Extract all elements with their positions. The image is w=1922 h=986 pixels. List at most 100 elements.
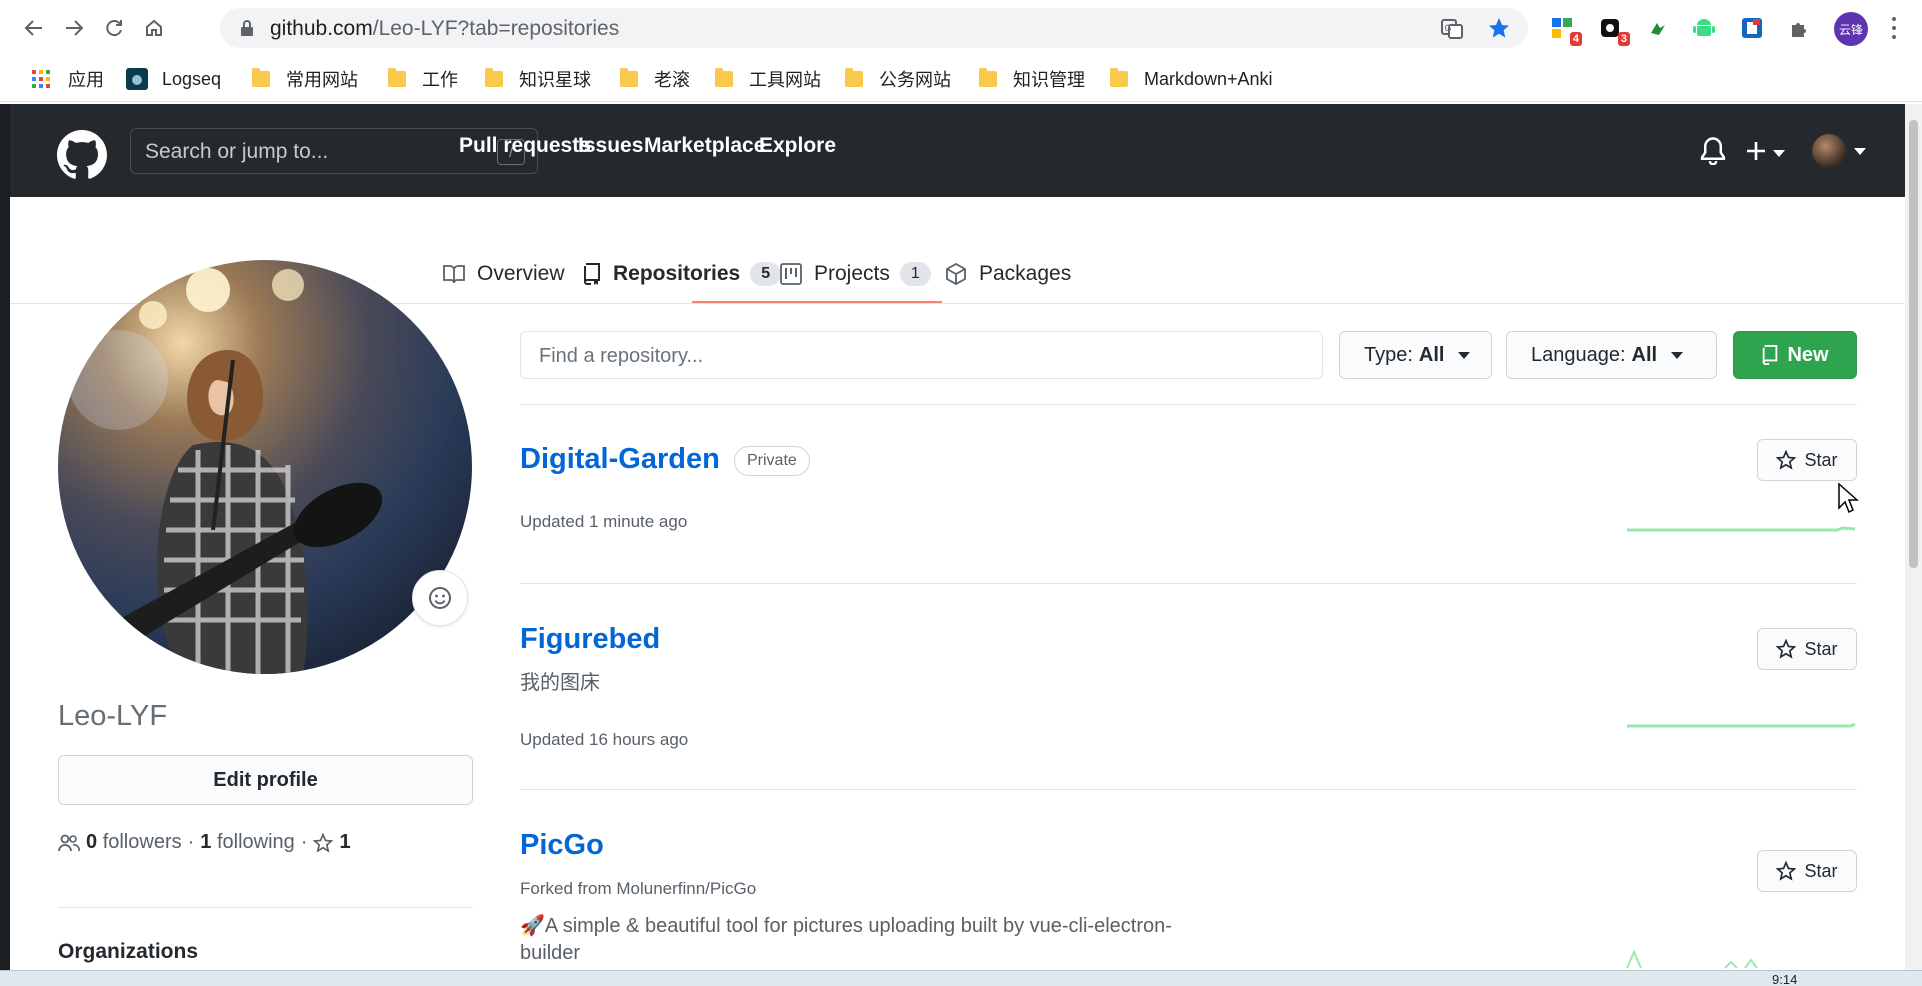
- divider: [520, 789, 1857, 790]
- notifications-bell-icon[interactable]: [1700, 137, 1726, 165]
- edit-profile-button[interactable]: Edit profile: [58, 755, 473, 805]
- forward-arrow-icon[interactable]: [58, 12, 90, 44]
- tab-count-badge: 1: [899, 262, 931, 286]
- set-status-button[interactable]: [412, 570, 468, 626]
- extension-icon-2[interactable]: 3: [1596, 14, 1630, 46]
- github-logo-icon[interactable]: [57, 130, 107, 180]
- profile-username: Leo-LYF: [58, 700, 168, 732]
- bookmark-logseq[interactable]: Logseq: [126, 66, 221, 92]
- project-icon: [780, 263, 802, 285]
- home-icon[interactable]: [138, 12, 170, 44]
- plus-icon: [1747, 142, 1765, 160]
- browser-window: github.com/Leo-LYF?tab=repositories G 4 …: [0, 0, 1922, 986]
- repo-name-link[interactable]: PicGo: [520, 829, 604, 862]
- followers-link[interactable]: 0 followers: [86, 831, 182, 854]
- repo-description: 我的图床: [520, 672, 600, 694]
- filter-label: Language:: [1531, 343, 1626, 366]
- address-bar[interactable]: github.com/Leo-LYF?tab=repositories G: [220, 8, 1528, 48]
- tab-packages[interactable]: Packages: [945, 244, 1071, 304]
- repo-name-link[interactable]: Digital-Garden: [520, 443, 720, 476]
- chevron-down-icon: [1458, 351, 1471, 359]
- divider: [520, 583, 1857, 584]
- star-icon: [313, 832, 334, 853]
- star-button[interactable]: Star: [1757, 439, 1857, 481]
- filter-value: All: [1418, 343, 1445, 366]
- bookmark-label: 常用网站: [286, 70, 358, 90]
- github-page: / Pull requests Issues Marketplace Explo…: [10, 104, 1905, 970]
- bookmark-folder[interactable]: 老滚: [620, 66, 690, 92]
- nav-pull-requests[interactable]: Pull requests: [459, 134, 591, 158]
- bookmark-star-icon[interactable]: [1487, 16, 1511, 40]
- bookmark-folder[interactable]: 工具网站: [715, 66, 821, 92]
- tab-repositories[interactable]: Repositories 5: [583, 244, 782, 304]
- create-new-dropdown[interactable]: [1745, 136, 1793, 166]
- extension-icon-1[interactable]: 4: [1548, 14, 1582, 46]
- bookmark-label: 应用: [68, 70, 104, 90]
- bookmark-label: 知识星球: [519, 70, 591, 90]
- repo-name-link[interactable]: Figurebed: [520, 623, 660, 656]
- type-filter-dropdown[interactable]: Type: All: [1339, 331, 1492, 379]
- extension-icon-3[interactable]: [1644, 14, 1672, 42]
- nav-explore[interactable]: Explore: [759, 134, 836, 158]
- page-scrollbar[interactable]: [1905, 104, 1922, 970]
- new-repository-button[interactable]: New: [1733, 331, 1857, 379]
- profile-avatar: [58, 260, 472, 674]
- repo-updated: Updated 16 hours ago: [520, 730, 689, 749]
- taskbar-clock: 9:14: [1772, 972, 1798, 986]
- divider: [58, 907, 473, 908]
- reload-icon[interactable]: [98, 12, 130, 44]
- folder-icon: [620, 68, 638, 87]
- tab-label: Overview: [477, 262, 565, 285]
- bookmark-label: Logseq: [162, 68, 222, 89]
- scrollbar-thumb[interactable]: [1909, 120, 1918, 568]
- folder-icon: [485, 68, 503, 87]
- following-link[interactable]: 1 following: [200, 831, 295, 854]
- people-icon: [58, 834, 80, 851]
- repo-description: builder: [520, 942, 581, 964]
- android-icon[interactable]: [1690, 14, 1718, 42]
- private-badge: Private: [734, 446, 810, 476]
- puzzle-extensions-icon[interactable]: [1786, 14, 1814, 42]
- divider: [520, 404, 1857, 405]
- browser-menu-icon[interactable]: [1890, 14, 1898, 42]
- filter-label: Type:: [1364, 343, 1413, 366]
- nav-issues[interactable]: Issues: [578, 134, 643, 158]
- star-button[interactable]: Star: [1757, 628, 1857, 670]
- tab-projects[interactable]: Projects 1: [780, 244, 931, 304]
- repo-forked-from[interactable]: Forked from Molunerfinn/PicGo: [520, 879, 756, 899]
- smiley-icon: [429, 587, 451, 609]
- bookmark-folder[interactable]: 知识管理: [979, 66, 1085, 92]
- chevron-down-icon[interactable]: [1854, 148, 1866, 155]
- user-avatar[interactable]: [1812, 134, 1846, 168]
- bookmark-apps[interactable]: 应用: [32, 66, 104, 92]
- bookmark-folder[interactable]: Markdown+Anki: [1110, 66, 1273, 92]
- chevron-down-icon: [1671, 351, 1684, 359]
- nav-marketplace[interactable]: Marketplace: [644, 134, 765, 158]
- bookmark-folder[interactable]: 工作: [388, 66, 458, 92]
- star-button[interactable]: Star: [1757, 850, 1857, 892]
- bookmark-label: 老滚: [654, 70, 690, 90]
- language-filter-dropdown[interactable]: Language: All: [1506, 331, 1717, 379]
- bookmark-label: 工作: [422, 70, 458, 90]
- bookmark-folder[interactable]: 常用网站: [252, 66, 358, 92]
- star-label: Star: [1804, 449, 1838, 470]
- stars-link[interactable]: 1: [339, 831, 350, 854]
- global-search-input[interactable]: [145, 139, 475, 165]
- browser-profile-avatar[interactable]: 云锋: [1834, 12, 1868, 46]
- bookmark-label: 工具网站: [749, 70, 821, 90]
- find-repository-field[interactable]: [520, 331, 1323, 379]
- folder-icon: [1110, 68, 1128, 87]
- folder-icon: [715, 68, 733, 87]
- tab-overview[interactable]: Overview: [443, 244, 565, 304]
- folder-icon: [388, 68, 406, 87]
- logseq-icon: [126, 68, 148, 90]
- window-edge: [0, 104, 10, 970]
- extension-icon-5[interactable]: [1738, 14, 1766, 42]
- bookmark-folder[interactable]: 知识星球: [485, 66, 591, 92]
- find-repository-input[interactable]: [539, 344, 1299, 368]
- bookmark-folder[interactable]: 公务网站: [845, 66, 951, 92]
- back-arrow-icon[interactable]: [18, 12, 50, 44]
- activity-sparkline: [1627, 722, 1856, 728]
- translate-icon[interactable]: G: [1440, 17, 1464, 41]
- folder-icon: [845, 68, 863, 87]
